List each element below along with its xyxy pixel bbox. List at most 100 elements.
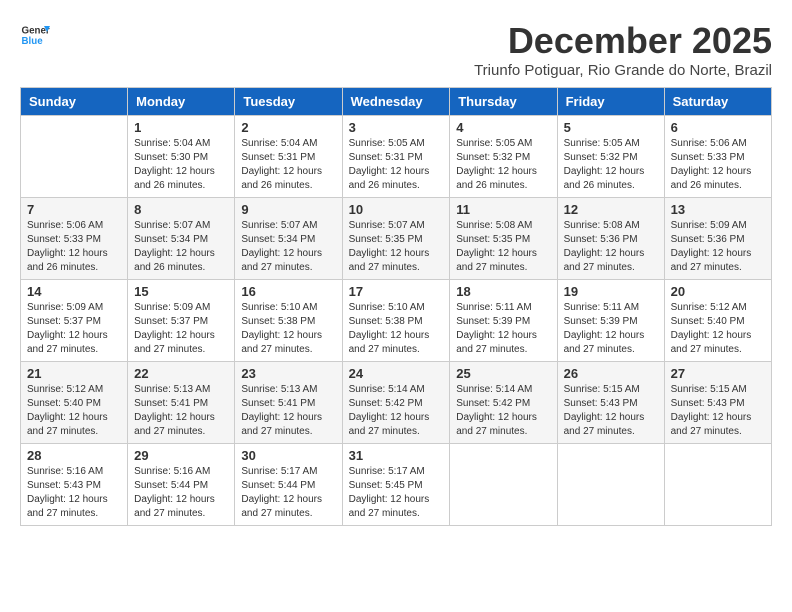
day-cell: 28 Sunrise: 5:16 AM Sunset: 5:43 PM Dayli… [21, 444, 128, 526]
day-cell: 21 Sunrise: 5:12 AM Sunset: 5:40 PM Dayli… [21, 362, 128, 444]
day-number: 22 [134, 366, 228, 381]
day-number: 10 [349, 202, 444, 217]
day-info: Sunrise: 5:06 AM Sunset: 5:33 PM Dayligh… [671, 137, 765, 193]
day-info: Sunrise: 5:08 AM Sunset: 5:35 PM Dayligh… [456, 219, 550, 275]
svg-text:Blue: Blue [22, 36, 44, 47]
day-info: Sunrise: 5:05 AM Sunset: 5:32 PM Dayligh… [564, 137, 658, 193]
day-cell: 19 Sunrise: 5:11 AM Sunset: 5:39 PM Dayli… [557, 280, 664, 362]
day-info: Sunrise: 5:17 AM Sunset: 5:45 PM Dayligh… [349, 465, 444, 521]
weekday-header-friday: Friday [557, 88, 664, 116]
day-cell [450, 444, 557, 526]
day-cell: 14 Sunrise: 5:09 AM Sunset: 5:37 PM Dayli… [21, 280, 128, 362]
day-info: Sunrise: 5:12 AM Sunset: 5:40 PM Dayligh… [27, 383, 121, 439]
day-cell: 31 Sunrise: 5:17 AM Sunset: 5:45 PM Dayli… [342, 444, 450, 526]
day-number: 2 [241, 120, 335, 135]
day-cell [557, 444, 664, 526]
day-info: Sunrise: 5:14 AM Sunset: 5:42 PM Dayligh… [349, 383, 444, 439]
day-number: 9 [241, 202, 335, 217]
weekday-header-saturday: Saturday [664, 88, 771, 116]
day-number: 21 [27, 366, 121, 381]
day-info: Sunrise: 5:15 AM Sunset: 5:43 PM Dayligh… [564, 383, 658, 439]
day-cell: 24 Sunrise: 5:14 AM Sunset: 5:42 PM Dayli… [342, 362, 450, 444]
day-number: 13 [671, 202, 765, 217]
day-cell: 25 Sunrise: 5:14 AM Sunset: 5:42 PM Dayli… [450, 362, 557, 444]
day-number: 3 [349, 120, 444, 135]
day-cell: 4 Sunrise: 5:05 AM Sunset: 5:32 PM Daylig… [450, 116, 557, 198]
day-info: Sunrise: 5:07 AM Sunset: 5:34 PM Dayligh… [134, 219, 228, 275]
day-info: Sunrise: 5:05 AM Sunset: 5:32 PM Dayligh… [456, 137, 550, 193]
day-cell: 23 Sunrise: 5:13 AM Sunset: 5:41 PM Dayli… [235, 362, 342, 444]
day-number: 27 [671, 366, 765, 381]
logo-icon: General Blue [20, 20, 50, 50]
day-number: 14 [27, 284, 121, 299]
day-cell [21, 116, 128, 198]
day-cell: 18Sunrise: 5:11 AM Sunset: 5:39 PM Dayli… [450, 280, 557, 362]
week-row-3: 14 Sunrise: 5:09 AM Sunset: 5:37 PM Dayli… [21, 280, 772, 362]
day-number: 4 [456, 120, 550, 135]
day-number: 12 [564, 202, 658, 217]
day-info: Sunrise: 5:10 AM Sunset: 5:38 PM Dayligh… [349, 301, 444, 357]
weekday-header-wednesday: Wednesday [342, 88, 450, 116]
week-row-2: 7 Sunrise: 5:06 AM Sunset: 5:33 PM Daylig… [21, 198, 772, 280]
weekday-header-tuesday: Tuesday [235, 88, 342, 116]
day-number: 11 [456, 202, 550, 217]
day-info: Sunrise: 5:10 AM Sunset: 5:38 PM Dayligh… [241, 301, 335, 357]
day-info: Sunrise: 5:07 AM Sunset: 5:35 PM Dayligh… [349, 219, 444, 275]
day-cell: 13Sunrise: 5:09 AM Sunset: 5:36 PM Dayli… [664, 198, 771, 280]
day-cell: 20 Sunrise: 5:12 AM Sunset: 5:40 PM Dayli… [664, 280, 771, 362]
day-cell: 2 Sunrise: 5:04 AM Sunset: 5:31 PM Daylig… [235, 116, 342, 198]
day-info: Sunrise: 5:15 AM Sunset: 5:43 PM Dayligh… [671, 383, 765, 439]
day-cell: 27 Sunrise: 5:15 AM Sunset: 5:43 PM Dayli… [664, 362, 771, 444]
day-number: 7 [27, 202, 121, 217]
day-info: Sunrise: 5:12 AM Sunset: 5:40 PM Dayligh… [671, 301, 765, 357]
day-info: Sunrise: 5:06 AM Sunset: 5:33 PM Dayligh… [27, 219, 121, 275]
day-cell: 8Sunrise: 5:07 AM Sunset: 5:34 PM Daylig… [128, 198, 235, 280]
week-row-5: 28 Sunrise: 5:16 AM Sunset: 5:43 PM Dayli… [21, 444, 772, 526]
day-number: 31 [349, 448, 444, 463]
day-info: Sunrise: 5:14 AM Sunset: 5:42 PM Dayligh… [456, 383, 550, 439]
day-cell: 7 Sunrise: 5:06 AM Sunset: 5:33 PM Daylig… [21, 198, 128, 280]
day-number: 25 [456, 366, 550, 381]
day-cell: 16Sunrise: 5:10 AM Sunset: 5:38 PM Dayli… [235, 280, 342, 362]
weekday-header-row: SundayMondayTuesdayWednesdayThursdayFrid… [21, 88, 772, 116]
day-number: 24 [349, 366, 444, 381]
day-cell [664, 444, 771, 526]
calendar-table: SundayMondayTuesdayWednesdayThursdayFrid… [20, 87, 772, 526]
day-cell: 17Sunrise: 5:10 AM Sunset: 5:38 PM Dayli… [342, 280, 450, 362]
day-cell: 10 Sunrise: 5:07 AM Sunset: 5:35 PM Dayli… [342, 198, 450, 280]
day-info: Sunrise: 5:04 AM Sunset: 5:31 PM Dayligh… [241, 137, 335, 193]
weekday-header-sunday: Sunday [21, 88, 128, 116]
day-info: Sunrise: 5:05 AM Sunset: 5:31 PM Dayligh… [349, 137, 444, 193]
day-number: 23 [241, 366, 335, 381]
day-number: 5 [564, 120, 658, 135]
day-info: Sunrise: 5:17 AM Sunset: 5:44 PM Dayligh… [241, 465, 335, 521]
month-title: December 2025 [474, 20, 772, 62]
weekday-header-thursday: Thursday [450, 88, 557, 116]
day-cell: 12 Sunrise: 5:08 AM Sunset: 5:36 PM Dayli… [557, 198, 664, 280]
day-cell: 1Sunrise: 5:04 AM Sunset: 5:30 PM Daylig… [128, 116, 235, 198]
day-number: 29 [134, 448, 228, 463]
day-cell: 6 Sunrise: 5:06 AM Sunset: 5:33 PM Daylig… [664, 116, 771, 198]
day-info: Sunrise: 5:11 AM Sunset: 5:39 PM Dayligh… [564, 301, 658, 357]
day-number: 28 [27, 448, 121, 463]
day-number: 6 [671, 120, 765, 135]
day-number: 19 [564, 284, 658, 299]
day-number: 20 [671, 284, 765, 299]
logo: General Blue [20, 20, 54, 50]
day-number: 30 [241, 448, 335, 463]
day-info: Sunrise: 5:13 AM Sunset: 5:41 PM Dayligh… [241, 383, 335, 439]
day-info: Sunrise: 5:16 AM Sunset: 5:43 PM Dayligh… [27, 465, 121, 521]
day-cell: 9 Sunrise: 5:07 AM Sunset: 5:34 PM Daylig… [235, 198, 342, 280]
day-info: Sunrise: 5:09 AM Sunset: 5:37 PM Dayligh… [134, 301, 228, 357]
day-number: 15 [134, 284, 228, 299]
location-subtitle: Triunfo Potiguar, Rio Grande do Norte, B… [474, 62, 772, 79]
day-cell: 22 Sunrise: 5:13 AM Sunset: 5:41 PM Dayli… [128, 362, 235, 444]
day-info: Sunrise: 5:09 AM Sunset: 5:37 PM Dayligh… [27, 301, 121, 357]
day-cell: 3 Sunrise: 5:05 AM Sunset: 5:31 PM Daylig… [342, 116, 450, 198]
day-info: Sunrise: 5:07 AM Sunset: 5:34 PM Dayligh… [241, 219, 335, 275]
day-info: Sunrise: 5:08 AM Sunset: 5:36 PM Dayligh… [564, 219, 658, 275]
day-cell: 15 Sunrise: 5:09 AM Sunset: 5:37 PM Dayli… [128, 280, 235, 362]
title-area: December 2025 Triunfo Potiguar, Rio Gran… [474, 20, 772, 79]
day-info: Sunrise: 5:13 AM Sunset: 5:41 PM Dayligh… [134, 383, 228, 439]
week-row-4: 21 Sunrise: 5:12 AM Sunset: 5:40 PM Dayli… [21, 362, 772, 444]
